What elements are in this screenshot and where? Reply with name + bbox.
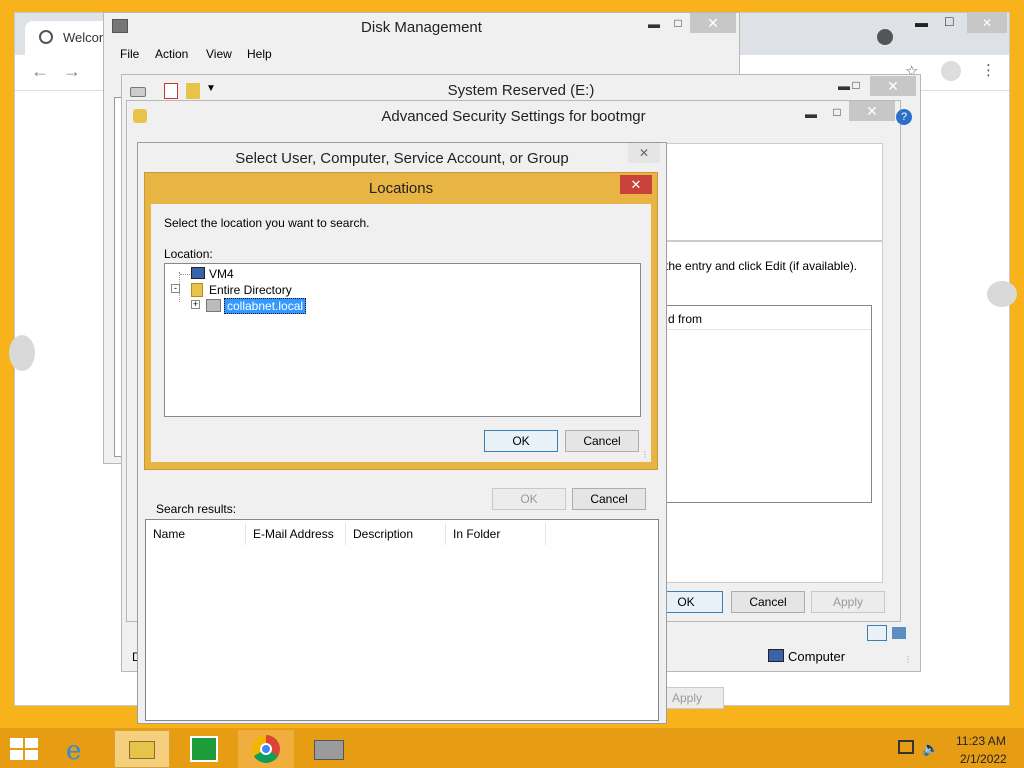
advanced-security-title: Advanced Security Settings for bootmgr <box>381 108 646 125</box>
advsec-hint-text: the entry and click Edit (if available). <box>665 259 858 273</box>
locations-prompt: Select the location you want to search. <box>164 216 370 230</box>
col-divider <box>445 523 446 545</box>
select-user-close-button[interactable]: ✕ <box>628 143 660 163</box>
tree-item-label: Entire Directory <box>209 283 292 297</box>
disk-minimize-button[interactable]: ▬ <box>642 15 666 33</box>
network-icon[interactable] <box>898 740 914 754</box>
globe-icon <box>39 30 53 44</box>
column-description[interactable]: Description <box>353 527 413 541</box>
clock-time[interactable]: 11:23 AM <box>956 734 1006 748</box>
col-divider <box>245 523 246 545</box>
forward-arrow-icon[interactable]: → <box>63 61 81 82</box>
advsec-top-box <box>657 143 883 241</box>
column-name[interactable]: Name <box>153 527 185 541</box>
locations-cancel-button[interactable]: Cancel <box>565 430 639 452</box>
store-icon[interactable] <box>176 730 232 768</box>
disk-close-button[interactable]: ✕ <box>690 13 736 33</box>
profile-icon[interactable] <box>941 61 961 81</box>
chrome-minimize-button[interactable]: ▬ <box>915 15 928 30</box>
permission-list-header: d from <box>658 306 871 330</box>
locations-close-button[interactable]: ✕ <box>620 175 652 194</box>
advsec-maximize-button[interactable]: □ <box>825 103 849 121</box>
locations-resize-grip-icon[interactable]: ⋮ <box>641 450 649 459</box>
chrome-close-button[interactable]: ✕ <box>967 13 1007 33</box>
locations-body: Select the location you want to search. … <box>151 204 651 462</box>
permission-list: d from <box>657 305 872 503</box>
page-shape-left <box>9 335 35 371</box>
chrome-tab-search-icon[interactable] <box>877 29 893 45</box>
advsec-cancel-button[interactable]: Cancel <box>731 591 805 613</box>
back-arrow-icon[interactable]: ← <box>31 61 49 82</box>
expand-icon[interactable]: + <box>191 300 200 309</box>
chrome-icon[interactable] <box>238 730 294 768</box>
volume-muted-icon[interactable]: 🔈 <box>922 740 939 757</box>
tree-line <box>180 274 190 275</box>
column-inherited-from[interactable]: d from <box>668 312 702 326</box>
select-user-cancel-button[interactable]: Cancel <box>572 488 646 510</box>
column-in-folder[interactable]: In Folder <box>453 527 500 541</box>
internet-explorer-icon[interactable]: e <box>52 730 108 768</box>
domain-node-icon <box>206 299 221 312</box>
select-user-title: Select User, Computer, Service Account, … <box>235 150 569 167</box>
computer-label: Computer <box>788 649 846 664</box>
advsec-close-button[interactable]: ✕ <box>849 101 895 121</box>
file-explorer-icon[interactable] <box>114 730 170 768</box>
advsec-apply-button[interactable]: Apply <box>811 591 885 613</box>
menu-file[interactable]: File <box>120 47 139 61</box>
disk-maximize-button[interactable]: □ <box>666 14 690 32</box>
tree-item-label-selected: collabnet.local <box>224 298 307 314</box>
advsec-minimize-button[interactable]: ▬ <box>799 105 823 123</box>
menu-help[interactable]: Help <box>247 47 272 61</box>
computer-icon <box>768 649 784 662</box>
detail-view-icon[interactable] <box>892 627 906 639</box>
disk-manager-taskbar-icon[interactable] <box>300 730 356 768</box>
select-user-ok-button[interactable]: OK <box>492 488 566 510</box>
directory-node-icon <box>191 283 203 297</box>
list-view-icon[interactable] <box>867 625 887 641</box>
col-divider <box>545 523 546 545</box>
help-icon[interactable]: ? <box>896 109 912 125</box>
locations-ok-button[interactable]: OK <box>484 430 558 452</box>
search-results-header: Name E-Mail Address Description In Folde… <box>146 520 658 546</box>
resize-grip-icon[interactable]: ⋮ <box>904 655 912 664</box>
clock-date[interactable]: 2/1/2022 <box>960 752 1007 766</box>
sysres-close-button[interactable]: ✕ <box>870 76 916 96</box>
col-divider <box>345 523 346 545</box>
search-results-table: Name E-Mail Address Description In Folde… <box>145 519 659 721</box>
disk-menubar: File Action View Help <box>104 43 739 65</box>
page-shape-right <box>987 281 1017 307</box>
computer-node-icon <box>191 267 205 279</box>
location-label: Location: <box>164 247 213 261</box>
start-button[interactable] <box>10 738 38 760</box>
locations-title: Locations <box>368 180 434 197</box>
column-email[interactable]: E-Mail Address <box>253 527 334 541</box>
tree-item-label: VM4 <box>209 267 234 281</box>
collapse-icon[interactable]: - <box>171 284 180 293</box>
search-results-label: Search results: <box>156 502 237 516</box>
menu-view[interactable]: View <box>206 47 232 61</box>
location-tree: VM4 - Entire Directory + collabnet.local <box>164 263 641 417</box>
system-reserved-title: System Reserved (E:) <box>447 82 595 99</box>
chrome-maximize-button[interactable]: □ <box>945 13 953 29</box>
menu-action[interactable]: Action <box>155 47 188 61</box>
sysres-maximize-button[interactable]: □ <box>844 76 868 94</box>
locations-dialog: Locations ✕ Select the location you want… <box>144 172 658 470</box>
chrome-menu-icon[interactable]: ⋮ <box>981 61 996 79</box>
